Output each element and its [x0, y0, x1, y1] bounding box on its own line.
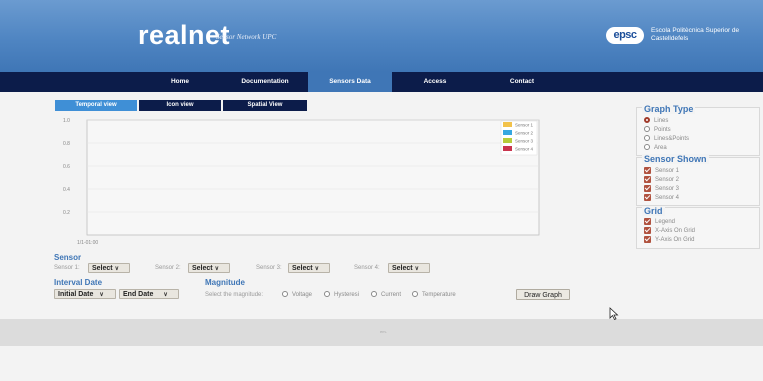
radio-icon[interactable] — [324, 291, 330, 298]
page-footer: em- — [0, 319, 763, 346]
sensor-shown-title: Sensor Shown — [642, 154, 709, 164]
magnitude-option-temperature[interactable]: Temperature — [412, 291, 456, 299]
chevron-down-icon: ∨ — [163, 292, 168, 298]
nav-item-home[interactable]: Home — [138, 72, 222, 92]
school-logo[interactable]: epsc — [606, 27, 644, 44]
magnitude-option-current[interactable]: Current — [371, 291, 401, 299]
interval-date-title: Interval Date — [54, 278, 103, 287]
checkbox-icon[interactable] — [644, 185, 651, 192]
radio-icon[interactable] — [644, 126, 650, 133]
sensor-1-select[interactable]: Select ∨ — [88, 263, 130, 273]
legend-swatch — [503, 122, 512, 127]
tab-spatial-view[interactable]: Spatial View — [223, 100, 307, 111]
radio-icon[interactable] — [644, 144, 650, 151]
initial-date-select[interactable]: Initial Date ∨ — [54, 289, 116, 299]
footer-text: em- — [380, 329, 387, 334]
graph-type-option-points[interactable]: Points — [644, 126, 671, 134]
temporal-chart: 0.2 0.4 0.6 0.8 1.0 1/1-01:00 Sensor 1 Sensor 2… — [55, 114, 541, 246]
magnitude-option-voltage[interactable]: Voltage — [282, 291, 312, 299]
sensor-4-select[interactable]: Select ∨ — [388, 263, 430, 273]
radio-icon[interactable] — [644, 135, 650, 142]
sensor-2-select[interactable]: Select ∨ — [188, 263, 230, 273]
sensor-3-label: Sensor 3: — [256, 265, 282, 271]
graph-type-option-area[interactable]: Area — [644, 144, 667, 152]
chevron-down-icon: ∨ — [314, 266, 320, 272]
brand-subtitle: Sensor Network UPC — [216, 33, 277, 41]
chevron-down-icon: ∨ — [99, 292, 104, 298]
checkbox-icon[interactable] — [644, 176, 651, 183]
graph-type-option-lines-points[interactable]: Lines&Points — [644, 135, 689, 143]
sensor-shown-option-1[interactable]: Sensor 1 — [644, 167, 679, 175]
grid-option-x-axis[interactable]: X-Axis On Grid — [644, 227, 695, 235]
y-tick-label: 0.2 — [63, 210, 70, 216]
sensor-1-label: Sensor 1: — [54, 265, 80, 271]
sensor-section-title: Sensor — [54, 253, 82, 262]
grid-title: Grid — [642, 206, 665, 216]
grid-option-legend[interactable]: Legend — [644, 218, 675, 226]
radio-icon[interactable] — [644, 117, 650, 124]
checkbox-icon[interactable] — [644, 227, 651, 234]
legend-label: Sensor 4 — [515, 147, 534, 152]
sensor-shown-option-4[interactable]: Sensor 4 — [644, 194, 679, 202]
checkbox-icon[interactable] — [644, 218, 651, 225]
radio-icon[interactable] — [412, 291, 418, 298]
y-tick-label: 0.6 — [63, 164, 70, 170]
legend-label: Sensor 2 — [515, 131, 534, 136]
legend-swatch — [503, 138, 512, 143]
chart-svg: 0.2 0.4 0.6 0.8 1.0 1/1-01:00 Sensor 1 Sensor 2… — [63, 118, 540, 246]
draw-graph-button[interactable]: Draw Graph — [516, 289, 570, 300]
tab-temporal-view[interactable]: Temporal view — [55, 100, 137, 111]
chevron-down-icon: ∨ — [114, 266, 120, 272]
graph-type-option-lines[interactable]: Lines — [644, 117, 668, 125]
sensor-3-select[interactable]: Select ∨ — [288, 263, 330, 273]
school-name: Escola Politècnica Superior de Castellde… — [651, 27, 740, 42]
plot-area — [86, 119, 540, 236]
legend-label: Sensor 3 — [515, 139, 534, 144]
site-header: realnet Sensor Network UPC epsc Escola P… — [0, 0, 763, 72]
magnitude-title: Magnitude — [205, 278, 245, 287]
sensor-4-label: Sensor 4: — [354, 265, 380, 271]
graph-type-title: Graph Type — [642, 104, 696, 114]
chevron-down-icon: ∨ — [214, 266, 220, 272]
chevron-down-icon: ∨ — [414, 266, 420, 272]
legend-swatch — [503, 146, 512, 151]
sensor-shown-panel: Sensor Shown Sensor 1 Sensor 2 Sensor 3 … — [636, 154, 760, 206]
legend-swatch — [503, 130, 512, 135]
nav-item-documentation[interactable]: Documentation — [222, 72, 308, 92]
checkbox-icon[interactable] — [644, 167, 651, 174]
nav-item-contact[interactable]: Contact — [478, 72, 566, 92]
checkbox-icon[interactable] — [644, 194, 651, 201]
checkbox-icon[interactable] — [644, 236, 651, 243]
grid-option-y-axis[interactable]: Y-Axis On Grid — [644, 236, 694, 244]
radio-icon[interactable] — [282, 291, 288, 298]
magnitude-prompt: Select the magnitude: — [205, 292, 264, 298]
nav-item-access[interactable]: Access — [392, 72, 478, 92]
main-nav: Home Documentation Sensors Data Access C… — [0, 72, 763, 92]
y-tick-label: 0.8 — [63, 141, 70, 147]
x-tick-label: 1/1-01:00 — [77, 240, 98, 246]
end-date-select[interactable]: End Date ∨ — [119, 289, 179, 299]
y-tick-label: 0.4 — [63, 187, 70, 193]
mouse-cursor-icon — [609, 307, 619, 321]
tab-icon-view[interactable]: Icon view — [139, 100, 221, 111]
sensor-shown-option-3[interactable]: Sensor 3 — [644, 185, 679, 193]
graph-type-panel: Graph Type Lines Points Lines&Points Are… — [636, 104, 760, 156]
radio-icon[interactable] — [371, 291, 377, 298]
legend-label: Sensor 1 — [515, 123, 534, 128]
y-tick-label: 1.0 — [63, 118, 70, 124]
sensor-shown-option-2[interactable]: Sensor 2 — [644, 176, 679, 184]
magnitude-option-hysteresi[interactable]: Hysteresi — [324, 291, 359, 299]
grid-panel: Grid Legend X-Axis On Grid Y-Axis On Gri… — [636, 206, 760, 249]
nav-item-sensors-data[interactable]: Sensors Data — [308, 72, 392, 92]
sensor-2-label: Sensor 2: — [155, 265, 181, 271]
